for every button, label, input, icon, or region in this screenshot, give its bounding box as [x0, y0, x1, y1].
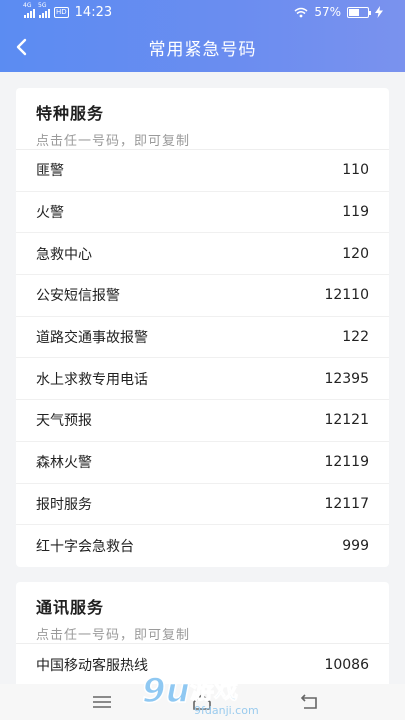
svg-text:游戏: 游戏 [190, 676, 238, 704]
section-subtitle: 点击任一号码，即可复制 [36, 134, 191, 149]
menu-icon[interactable] [90, 692, 114, 712]
service-name: 报时服务 [36, 496, 92, 513]
service-number: 12121 [324, 412, 369, 429]
watermark-logo: 9u 游戏 9fdanji.com [138, 664, 278, 720]
service-number: 10086 [324, 656, 369, 673]
list-item[interactable]: 公安短信报警 12110 [16, 275, 389, 317]
app-header: 4G 5G HD 14:23 57% 常用紧急号码 [0, 0, 405, 72]
status-left: 4G 5G HD 14:23 [23, 2, 113, 21]
list-item[interactable]: 匪警 110 [16, 150, 389, 192]
section-title: 通讯服务 [36, 598, 105, 617]
service-number: 999 [342, 538, 369, 555]
service-name: 中国移动客服热线 [36, 657, 148, 674]
list-item[interactable]: 森林火警 12119 [16, 442, 389, 484]
service-name: 森林火警 [36, 455, 92, 472]
signal-icon-2: 5G [38, 2, 50, 18]
svg-text:9fdanji.com: 9fdanji.com [194, 704, 259, 717]
status-right: 57% [294, 5, 383, 19]
signal-icon: 4G [23, 2, 35, 18]
list-item[interactable]: 道路交通事故报警 122 [16, 317, 389, 359]
service-number: 122 [342, 329, 369, 346]
charging-icon [375, 6, 383, 18]
service-number: 12117 [324, 495, 369, 512]
list-item[interactable]: 水上求救专用电话 12395 [16, 358, 389, 401]
service-number: 12110 [324, 287, 369, 304]
number-list: 匪警 110 火警 119 急救中心 120 公安短信报警 12110 道路交通事故报警… [16, 150, 389, 567]
section-header: 特种服务 点击任一号码，即可复制 [16, 88, 389, 150]
service-name: 红十字会急救台 [36, 539, 134, 556]
list-item[interactable]: 急救中心 120 [16, 233, 389, 276]
signal-tag-1: 4G [23, 1, 32, 9]
section-title: 特种服务 [36, 104, 105, 123]
watermark-icon: 9u 游戏 9fdanji.com [141, 670, 259, 717]
list-item[interactable]: 天气预报 12121 [16, 400, 389, 442]
list-item[interactable]: 火警 119 [16, 192, 389, 234]
hd-badge: HD [54, 7, 69, 18]
list-item[interactable]: 红十字会急救台 999 [16, 525, 389, 567]
service-name: 水上求救专用电话 [36, 371, 148, 388]
svg-text:9u: 9u [142, 671, 190, 711]
wifi-icon [294, 7, 308, 17]
signal-tag-2: 5G [38, 1, 47, 9]
service-name: 急救中心 [36, 246, 92, 263]
list-item[interactable]: 报时服务 12117 [16, 484, 389, 526]
section-special-services: 特种服务 点击任一号码，即可复制 匪警 110 火警 119 急救中心 120 公安短… [16, 88, 389, 567]
service-number: 120 [342, 245, 369, 262]
battery-icon [347, 6, 371, 18]
back-icon[interactable] [297, 692, 321, 712]
page-title: 常用紧急号码 [148, 40, 257, 60]
service-number: 110 [342, 162, 369, 179]
service-name: 公安短信报警 [36, 288, 120, 305]
battery-percent: 57% [314, 5, 341, 19]
service-name: 道路交通事故报警 [36, 330, 148, 347]
service-number: 119 [342, 204, 369, 221]
service-number: 12395 [324, 370, 369, 387]
status-bar: 4G 5G HD 14:23 57% [0, 0, 405, 24]
section-subtitle: 点击任一号码，即可复制 [36, 628, 191, 643]
battery-fill [349, 8, 360, 16]
service-name: 匪警 [36, 163, 64, 180]
service-name: 火警 [36, 205, 64, 222]
status-time: 14:23 [74, 5, 113, 20]
service-number: 12119 [324, 454, 369, 471]
section-header: 通讯服务 点击任一号码，即可复制 [16, 582, 389, 644]
service-name: 天气预报 [36, 413, 92, 430]
